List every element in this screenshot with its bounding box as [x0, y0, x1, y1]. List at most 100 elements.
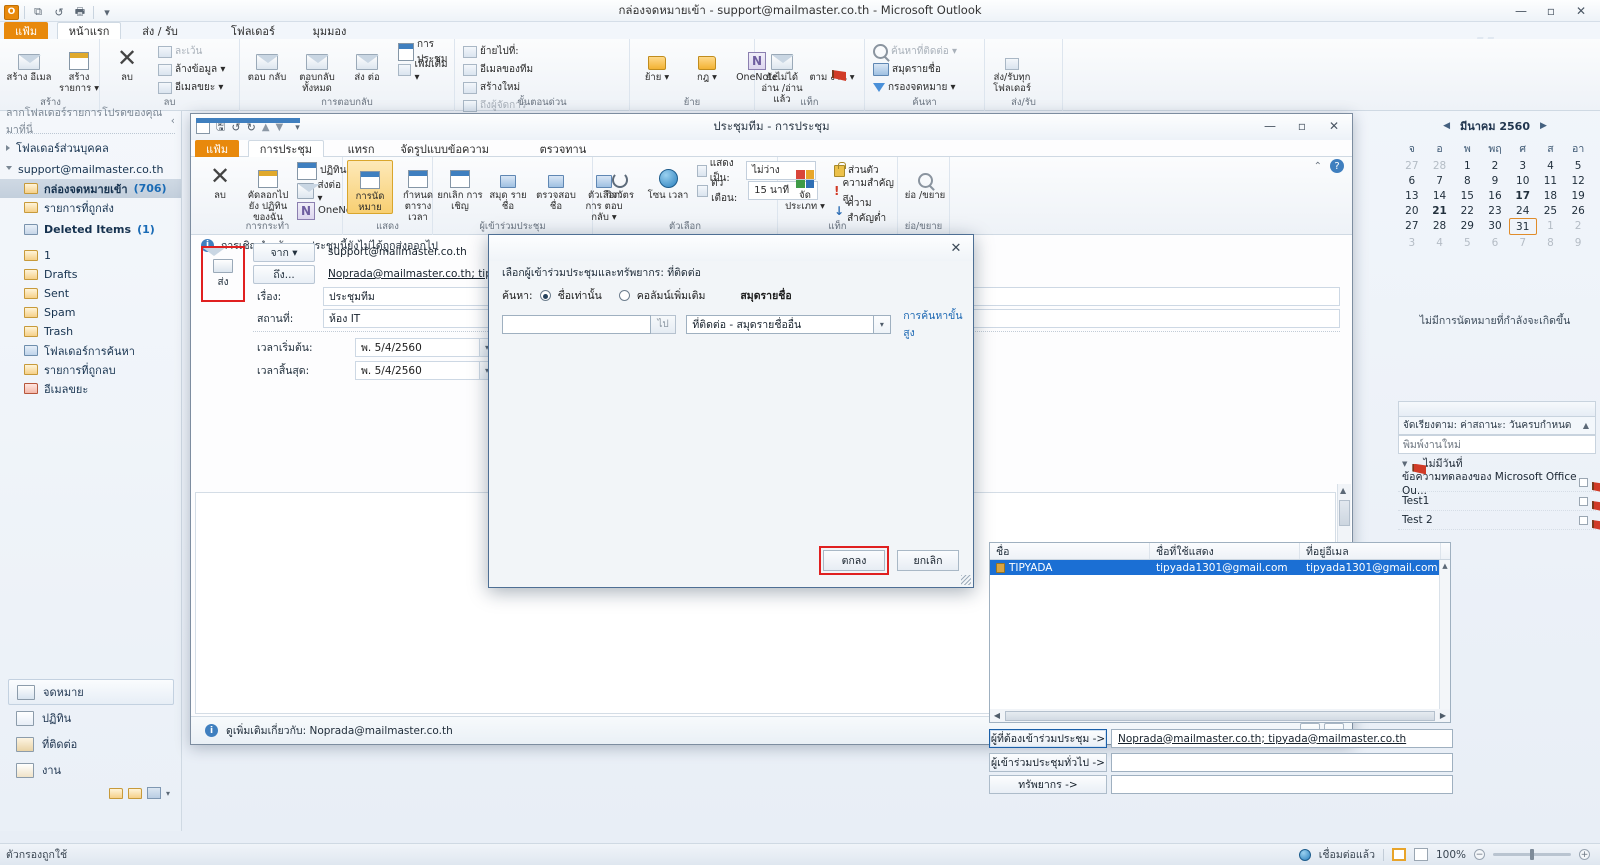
meeting-ribbon-button-appointment[interactable]: การนัด หมาย: [347, 160, 393, 214]
module-button-2[interactable]: ที่ติดต่อ: [8, 731, 174, 757]
next-item-icon[interactable]: ▼: [276, 122, 284, 133]
ribbon-item-ignore[interactable]: ละเว้น: [158, 43, 202, 60]
meeting-maximize-icon[interactable]: ▫: [1286, 116, 1318, 136]
calendar-day[interactable]: 21: [1426, 203, 1454, 218]
grid-column-header[interactable]: ที่อยู่อีเมล: [1300, 543, 1441, 559]
hscroll-right-icon[interactable]: ▶: [1436, 711, 1450, 720]
calendar-day[interactable]: 26: [1564, 203, 1592, 218]
ribbon-item-create-new[interactable]: สร้างใหม่: [463, 79, 520, 96]
grid-scroll-up-icon[interactable]: ▲: [1440, 562, 1450, 570]
calendar-day[interactable]: 2: [1564, 218, 1592, 235]
ribbon-item-junk[interactable]: อีเมลขยะ ▾: [158, 79, 223, 96]
sidebar-item-3[interactable]: รายการที่ถูกส่ง: [0, 198, 181, 217]
ribbon-item-clean-up[interactable]: ล้างข้อมูล ▾: [158, 61, 225, 78]
previous-item-icon[interactable]: ▲: [262, 122, 270, 133]
sidebar-item-7[interactable]: Sent: [0, 284, 181, 303]
sidebar-item-5[interactable]: 1: [0, 246, 181, 265]
grid-column-header[interactable]: ชื่อที่ใช้แสดง: [1150, 543, 1300, 559]
calendar-day[interactable]: 4: [1426, 235, 1454, 250]
calendar-day[interactable]: 7: [1509, 235, 1537, 250]
contacts-grid-vertical-scrollbar[interactable]: ▲: [1439, 560, 1450, 713]
meeting-close-icon[interactable]: ✕: [1318, 116, 1350, 136]
send-receive-icon[interactable]: ⧉: [30, 4, 46, 20]
ribbon-tab-4[interactable]: มุมมอง: [302, 22, 358, 39]
meeting-tab-4[interactable]: ตรวจทาน: [529, 140, 598, 157]
sidebar-item-1[interactable]: support@mailmaster.co.th: [0, 160, 181, 179]
ribbon-button-delete-x[interactable]: ✕ ลบ: [104, 42, 150, 83]
scroll-up-icon[interactable]: ▲: [1340, 486, 1346, 495]
calendar-day[interactable]: 19: [1564, 188, 1592, 203]
end-date-input[interactable]: พ. 5/4/2560: [355, 360, 480, 380]
meeting-ribbon-button-cancel-invitation[interactable]: ยกเลิก การเชิญ: [437, 160, 483, 212]
task-arrange-header[interactable]: จัดเรียงตาม: ค่าสถานะ: วันครบกำหนด ▲: [1398, 417, 1596, 435]
meeting-minimize-icon[interactable]: —: [1254, 116, 1286, 136]
ribbon-button-forward[interactable]: ส่ง ต่อ: [344, 42, 390, 83]
meeting-ribbon-button-categorize[interactable]: จัด ประเภท ▾: [782, 160, 828, 212]
meeting-ribbon-button-time-zones[interactable]: โซน เวลา: [645, 160, 691, 201]
advanced-find-link[interactable]: การค้นหาขั้นสูง: [903, 307, 973, 341]
chevron-down-icon[interactable]: [6, 166, 12, 173]
calendar-day[interactable]: 13: [1398, 188, 1426, 203]
meeting-tab-3[interactable]: จัดรูปแบบข้อความ: [389, 140, 500, 157]
task-complete-checkbox[interactable]: [1579, 477, 1588, 487]
chevron-right-icon[interactable]: [6, 144, 10, 151]
module-button-1[interactable]: ปฏิทิน: [8, 705, 174, 731]
undo-icon[interactable]: ↺: [51, 4, 67, 20]
help-icon[interactable]: ?: [1330, 159, 1344, 173]
ribbon-button-new-email[interactable]: สร้าง อีเมล: [6, 42, 52, 83]
meeting-ribbon-button-zoom[interactable]: ย่อ /ขยาย: [902, 160, 948, 201]
calendar-day[interactable]: 18: [1537, 188, 1565, 203]
task-group-expander-icon[interactable]: ▼: [1402, 460, 1407, 468]
task-complete-checkbox[interactable]: [1579, 515, 1588, 525]
normal-view-icon[interactable]: [1391, 848, 1406, 861]
table-row[interactable]: TIPYADA tipyada1301@gmail.com tipyada1301@…: [990, 560, 1450, 575]
cancel-button[interactable]: ยกเลิก: [897, 550, 959, 571]
sidebar-item-6[interactable]: Drafts: [0, 265, 181, 284]
next-month-icon[interactable]: ▶: [1540, 121, 1547, 131]
calendar-day[interactable]: 5: [1564, 158, 1592, 173]
contacts-grid[interactable]: ชื่อ ชื่อที่ใช้แสดง ที่อยู่อีเมล TIPYADA ti…: [989, 542, 1451, 714]
ribbon-item-find-contact[interactable]: ค้นหาที่ติดต่อ ▾: [873, 43, 957, 60]
customize-icon[interactable]: ▾: [99, 4, 115, 20]
sidebar-item-8[interactable]: Spam: [0, 303, 181, 322]
calendar-day[interactable]: 4: [1537, 158, 1565, 173]
search-input[interactable]: [502, 314, 651, 334]
destination-field-2[interactable]: [1111, 775, 1453, 794]
meeting-tab-1[interactable]: การประชุม: [247, 140, 325, 157]
contacts-grid-horizontal-scrollbar[interactable]: ◀ ▶: [989, 709, 1451, 723]
calendar-day[interactable]: 8: [1537, 235, 1565, 250]
calendar-day[interactable]: 29: [1453, 218, 1481, 235]
to-button[interactable]: ถึง...: [253, 264, 315, 284]
address-book-dropdown-icon[interactable]: ▾: [873, 314, 892, 334]
calendar-day[interactable]: 6: [1398, 173, 1426, 188]
calendar-day[interactable]: 9: [1564, 235, 1592, 250]
sidebar-item-9[interactable]: Trash: [0, 322, 181, 341]
calendar-day[interactable]: 27: [1398, 158, 1426, 173]
ribbon-tab-2[interactable]: ส่ง / รับ: [131, 22, 189, 39]
sidebar-item-0[interactable]: โฟลเดอร์ส่วนบุคคล: [0, 138, 181, 157]
radio-name-only[interactable]: [539, 290, 551, 301]
meeting-tab-2[interactable]: แทรก: [337, 140, 386, 157]
calendar-day[interactable]: 5: [1453, 235, 1481, 250]
shortcuts-module-icon[interactable]: [146, 787, 161, 799]
calendar-day[interactable]: 25: [1537, 203, 1565, 218]
outlook-orb-icon[interactable]: O: [4, 4, 19, 20]
folder-list-module-icon[interactable]: [127, 787, 142, 799]
collapse-chevron-icon[interactable]: ‹: [171, 115, 175, 127]
zoom-in-icon[interactable]: +: [1579, 849, 1590, 860]
ribbon-button-reply[interactable]: ตอบ กลับ: [244, 42, 290, 83]
reading-view-icon[interactable]: [1413, 848, 1428, 861]
calendar-day[interactable]: 3: [1509, 158, 1537, 173]
ribbon-button-move-folder[interactable]: ย้าย ▾: [634, 42, 680, 83]
meeting-ribbon-button-delete-x[interactable]: ✕ ลบ: [197, 160, 243, 201]
calendar-day[interactable]: 15: [1453, 188, 1481, 203]
maximize-icon[interactable]: ▫: [1536, 1, 1566, 21]
new-task-input[interactable]: พิมพ์งานใหม่: [1398, 435, 1596, 454]
mini-calendar-grid[interactable]: จอพพฤศสอา 27 28 1 2 3 4 5 6 7 8 9 10 11 12 13 14 15 16 17 18…: [1398, 139, 1592, 250]
module-overflow-icon[interactable]: ▾: [166, 789, 170, 798]
calendar-day[interactable]: 20: [1398, 203, 1426, 218]
meeting-ribbon-item-forward-small[interactable]: ส่งต่อ ▾: [297, 180, 342, 204]
calendar-day[interactable]: 1: [1537, 218, 1565, 235]
ribbon-item-address-book[interactable]: สมุดรายชื่อ: [873, 61, 941, 78]
radio-more-columns[interactable]: [618, 290, 630, 301]
